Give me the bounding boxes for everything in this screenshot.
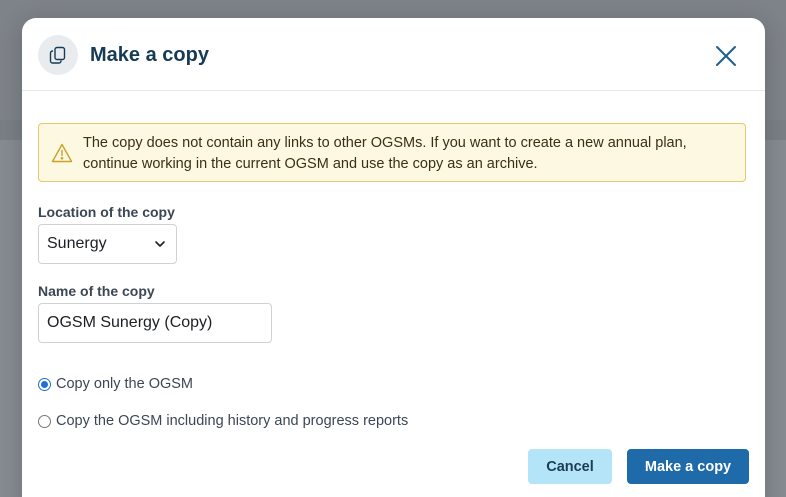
radio-copy-with-history[interactable]: [38, 414, 51, 428]
warning-alert: The copy does not contain any links to o…: [38, 123, 746, 182]
option-copy-only-ogsm[interactable]: Copy only the OGSM: [38, 374, 193, 394]
close-button[interactable]: [710, 40, 742, 72]
dialog-header: Make a copy: [22, 18, 765, 91]
warning-icon: [51, 143, 73, 163]
option-copy-with-history[interactable]: Copy the OGSM including history and prog…: [38, 411, 408, 431]
make-copy-button[interactable]: Make a copy: [627, 449, 749, 484]
location-selected-value: Sunergy: [47, 235, 107, 252]
copy-name-input[interactable]: [38, 303, 272, 343]
close-icon: [716, 46, 736, 66]
location-label: Location of the copy: [38, 204, 175, 220]
dialog-title: Make a copy: [90, 44, 209, 66]
chevron-down-icon: [155, 241, 165, 247]
make-copy-dialog: Make a copy The copy does not contain an…: [22, 18, 765, 497]
location-select[interactable]: Sunergy: [38, 224, 177, 264]
name-label: Name of the copy: [38, 283, 155, 299]
cancel-button[interactable]: Cancel: [528, 449, 612, 484]
alert-message: The copy does not contain any links to o…: [83, 135, 687, 172]
copy-icon: [38, 35, 78, 75]
option-label: Copy only the OGSM: [56, 376, 193, 392]
radio-copy-only-ogsm[interactable]: [38, 377, 51, 391]
option-label: Copy the OGSM including history and prog…: [56, 413, 409, 429]
